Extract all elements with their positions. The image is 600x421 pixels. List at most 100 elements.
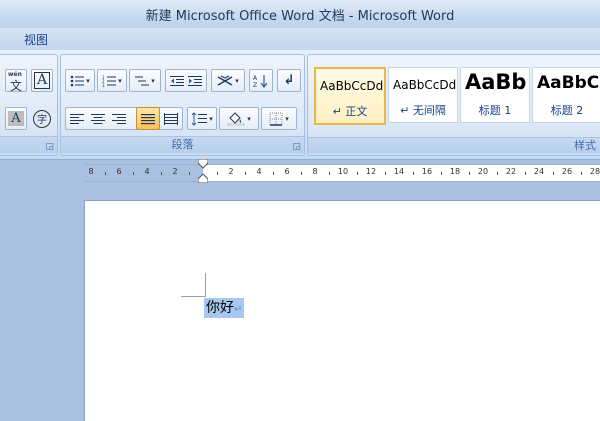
font-group: wén 文 A A 字 ◲ xyxy=(0,54,58,156)
ruler-number: 4 xyxy=(256,167,262,176)
distributed-icon[interactable] xyxy=(164,112,179,125)
chinese-layout-icon xyxy=(217,74,233,86)
chinese-layout-button[interactable]: ▾ xyxy=(211,69,245,92)
paragraph-group-label: 段落 xyxy=(61,136,304,153)
multilevel-list-button[interactable]: ▾ xyxy=(129,69,161,92)
character-shading-button[interactable]: A xyxy=(5,107,27,130)
ruler-tick xyxy=(245,172,246,175)
ruler-number: 2 xyxy=(172,167,178,176)
line-spacing-button[interactable]: ▾ xyxy=(187,107,217,130)
ruler-tick xyxy=(441,172,442,175)
align-left-icon[interactable] xyxy=(69,113,84,125)
chevron-down-icon[interactable]: ▾ xyxy=(285,115,289,123)
borders-icon xyxy=(269,112,283,126)
margin-corner-mark xyxy=(181,296,205,297)
ruler-tick xyxy=(553,172,554,175)
ruler-tick xyxy=(301,172,302,175)
phonetic-guide-icon: 文 xyxy=(10,78,23,93)
style-heading-2[interactable]: AaBbC 标题 2 xyxy=(532,67,600,123)
style-name: ↵ 无间隔 xyxy=(400,104,446,117)
style-name: 标题 2 xyxy=(550,104,584,117)
svg-text:A: A xyxy=(253,75,258,82)
ruler-number: 18 xyxy=(449,167,461,176)
style-normal[interactable]: AaBbCcDd ↵ 正文 xyxy=(314,67,386,125)
chevron-down-icon[interactable]: ▾ xyxy=(235,77,239,85)
ruler-number: 10 xyxy=(337,167,349,176)
ruler-number: 16 xyxy=(421,167,433,176)
selected-text[interactable]: 你好↵ xyxy=(204,298,245,318)
indent-buttons xyxy=(165,69,207,92)
ruler-number: 26 xyxy=(561,167,573,176)
numbering-icon: 123 xyxy=(102,75,117,87)
window-title: 新建 Microsoft Office Word 文档 - Microsoft … xyxy=(145,9,455,24)
ruler-number: 12 xyxy=(365,167,377,176)
paragraph-mark: ↵ xyxy=(234,304,243,315)
title-bar: 新建 Microsoft Office Word 文档 - Microsoft … xyxy=(0,0,600,29)
style-sample: AaBb xyxy=(465,70,527,94)
ruler-tick xyxy=(329,172,330,175)
ruler-tick xyxy=(273,172,274,175)
align-right-icon[interactable] xyxy=(111,113,126,125)
ruler-tick xyxy=(497,172,498,175)
ruler-number: 8 xyxy=(88,167,94,176)
sort-icon: AZ xyxy=(253,74,268,88)
borders-button[interactable]: ▾ xyxy=(261,107,297,130)
sort-button[interactable]: AZ xyxy=(249,69,273,92)
ruler-number: 2 xyxy=(228,167,234,176)
alignment-buttons xyxy=(65,107,183,130)
chevron-down-icon[interactable]: ▾ xyxy=(247,115,251,123)
justify-button[interactable] xyxy=(136,107,160,130)
phonetic-guide-button[interactable]: wén 文 xyxy=(5,69,27,93)
paragraph-group: ▾ 123 ▾ ▾ ▾ A Z ↲ ▾ ▾ ▾ 段落 ◲ xyxy=(60,54,305,156)
ribbon: wén 文 A A 字 ◲ ▾ 123 ▾ ▾ ▾ A Z ↲ ▾ ▾ ▾ 段落… xyxy=(0,50,600,160)
style-sample: AaBbC xyxy=(537,73,600,93)
indent-markers-icon[interactable] xyxy=(198,159,208,183)
ruler-tick xyxy=(189,172,190,175)
style-no-spacing[interactable]: AaBbCcDd ↵ 无间隔 xyxy=(388,67,458,123)
enclose-characters-icon: 字 xyxy=(33,109,51,128)
ruler-number: 22 xyxy=(505,167,517,176)
paragraph-dialog-launcher-icon[interactable]: ◲ xyxy=(292,142,301,152)
chevron-down-icon[interactable]: ▾ xyxy=(118,77,122,85)
paragraph-mark-icon: ↲ xyxy=(283,73,295,88)
chevron-down-icon[interactable]: ▾ xyxy=(151,77,155,85)
tab-view[interactable]: 视图 xyxy=(24,31,48,48)
font-dialog-launcher-icon[interactable]: ◲ xyxy=(45,142,54,152)
align-center-icon[interactable] xyxy=(90,113,105,125)
ruler-number: 8 xyxy=(312,167,318,176)
styles-group-label: 样式 xyxy=(308,137,600,153)
ruler-tick xyxy=(217,172,218,175)
increase-indent-icon[interactable] xyxy=(188,75,202,87)
show-hide-marks-button[interactable]: ↲ xyxy=(277,69,301,92)
ruler-tick xyxy=(161,172,162,175)
chevron-down-icon[interactable]: ▾ xyxy=(209,115,213,123)
style-heading-1[interactable]: AaBb 标题 1 xyxy=(460,67,530,123)
bullets-button[interactable]: ▾ xyxy=(65,69,95,92)
numbering-button[interactable]: 123 ▾ xyxy=(97,69,127,92)
decrease-indent-icon[interactable] xyxy=(170,75,184,87)
chevron-down-icon[interactable]: ▾ xyxy=(86,77,90,85)
svg-text:Z: Z xyxy=(253,82,257,88)
margin-corner-mark xyxy=(205,273,206,297)
ruler-tick xyxy=(469,172,470,175)
paint-bucket-icon xyxy=(227,111,245,126)
ruler-number: 24 xyxy=(533,167,545,176)
character-border-button[interactable]: A xyxy=(31,69,53,92)
ruler-number: 4 xyxy=(144,167,150,176)
character-shading-icon: A xyxy=(8,111,24,126)
shading-button[interactable]: ▾ xyxy=(219,107,259,130)
ruler-number: 14 xyxy=(393,167,405,176)
line-spacing-icon xyxy=(191,111,208,126)
style-name: ↵ 正文 xyxy=(332,105,368,118)
styles-group: AaBbCcDd ↵ 正文 AaBbCcDd ↵ 无间隔 AaBb 标题 1 A… xyxy=(307,54,600,156)
ruler-number: 6 xyxy=(284,167,290,176)
ruler-number: 28 xyxy=(589,167,600,176)
ruler-tick xyxy=(413,172,414,175)
horizontal-ruler[interactable]: 8 6 4 2 2 4 6 8 10 12 14 16 18 20 22 24 26 28 xyxy=(84,159,600,183)
bullets-icon xyxy=(70,75,85,86)
enclose-characters-button[interactable]: 字 xyxy=(31,107,53,130)
multilevel-list-icon xyxy=(135,76,150,85)
document-text[interactable]: 你好 xyxy=(206,300,234,316)
ruler-tick xyxy=(133,172,134,175)
document-page[interactable]: 你好↵ xyxy=(84,200,600,421)
